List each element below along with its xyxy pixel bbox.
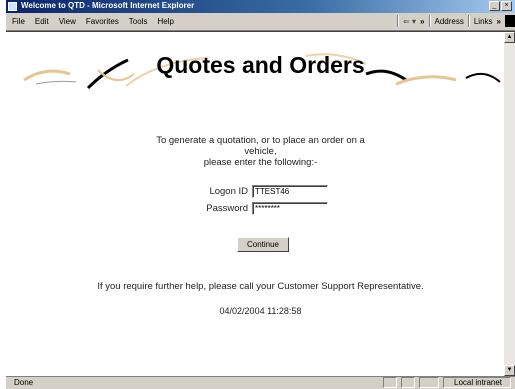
scroll-up-icon[interactable]: ▲: [504, 32, 515, 43]
title-bar[interactable]: Welcome to QTD - Microsoft Internet Expl…: [6, 0, 515, 13]
page-title: Quotes and Orders: [156, 52, 365, 78]
back-icon[interactable]: ⇐ ▾: [403, 17, 416, 26]
password-row: Password: [196, 202, 328, 215]
address-label[interactable]: Address: [435, 17, 464, 26]
instructions-line: please enter the following:-: [203, 157, 318, 168]
menu-view[interactable]: View: [59, 17, 76, 26]
toolbar-separator: [428, 15, 431, 27]
menu-edit[interactable]: Edit: [35, 17, 49, 26]
status-panel: [401, 377, 415, 388]
banner: Quotes and Orders: [6, 44, 515, 94]
security-zone: Local intranet: [443, 377, 511, 388]
toolbar-separator: [467, 15, 470, 27]
continue-button[interactable]: Continue: [237, 237, 289, 252]
links-label[interactable]: Links: [474, 17, 493, 26]
menu-bar: File Edit View Favorites Tools Help ⇐ ▾ …: [6, 13, 515, 31]
password-label: Password: [206, 203, 248, 214]
vertical-scrollbar[interactable]: ▲ ▼: [503, 32, 515, 376]
menu-tools[interactable]: Tools: [129, 17, 148, 26]
menu-file[interactable]: File: [12, 17, 25, 26]
page-content: Quotes and Orders To generate a quotatio…: [6, 31, 515, 376]
status-bar: Done Local intranet: [6, 376, 515, 389]
help-text: If you require further help, please call…: [97, 281, 424, 292]
toolbar-chevron-icon[interactable]: »: [420, 17, 424, 26]
menu-help[interactable]: Help: [157, 17, 173, 26]
status-panel: [383, 377, 397, 388]
links-chevron-icon[interactable]: »: [497, 17, 501, 26]
window-title: Welcome to QTD - Microsoft Internet Expl…: [21, 1, 195, 10]
ie-icon: [8, 2, 17, 11]
password-input[interactable]: [252, 202, 328, 215]
timestamp: 04/02/2004 11:28:58: [219, 306, 302, 316]
minimize-button[interactable]: _: [489, 1, 500, 11]
toolbar-separator: [397, 15, 400, 27]
windows-logo-icon: [505, 15, 515, 27]
menu-favorites[interactable]: Favorites: [86, 17, 119, 26]
logon-id-input[interactable]: [252, 185, 328, 198]
close-button[interactable]: ×: [501, 1, 512, 11]
browser-window: Welcome to QTD - Microsoft Internet Expl…: [6, 0, 515, 389]
logon-id-label: Logon ID: [209, 186, 248, 197]
status-panel: [419, 377, 439, 388]
status-text: Done: [14, 378, 34, 387]
logon-row: Logon ID: [196, 185, 328, 198]
instructions-line: vehicle,: [244, 146, 277, 157]
instructions-text: To generate a quotation, or to place an …: [6, 135, 515, 168]
instructions-line: To generate a quotation, or to place an …: [156, 135, 365, 146]
scroll-down-icon[interactable]: ▼: [504, 365, 515, 376]
